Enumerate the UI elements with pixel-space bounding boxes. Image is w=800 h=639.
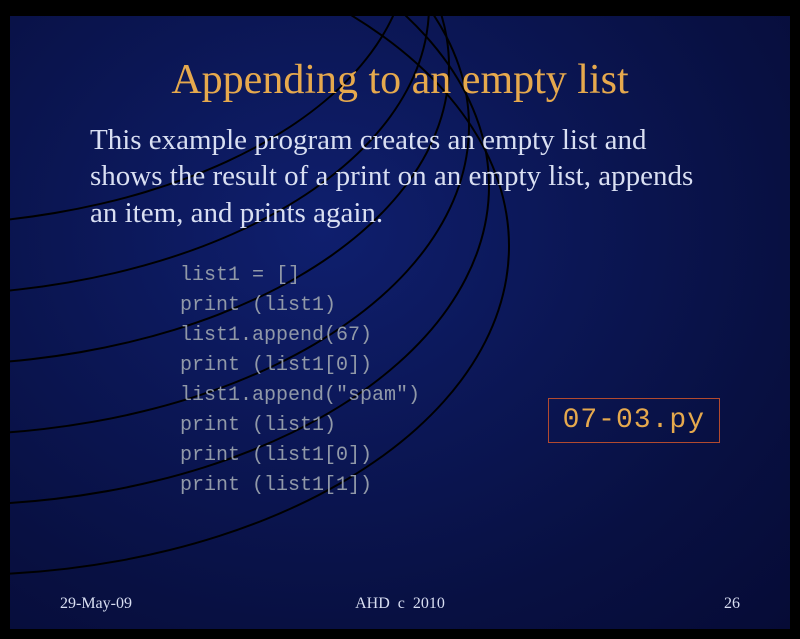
slide: Appending to an empty list This example …	[10, 16, 790, 629]
footer-page-number: 26	[724, 595, 740, 613]
slide-title: Appending to an empty list	[10, 16, 790, 104]
slide-footer: 29-May-09 AHD c 2010 26	[10, 595, 790, 613]
slide-body-text: This example program creates an empty li…	[10, 104, 790, 231]
footer-date: 29-May-09	[60, 595, 132, 613]
code-block: list1 = [] print (list1) list1.append(67…	[10, 231, 790, 501]
footer-copyright: AHD c 2010	[355, 595, 445, 613]
filename-label: 07-03.py	[548, 398, 720, 443]
